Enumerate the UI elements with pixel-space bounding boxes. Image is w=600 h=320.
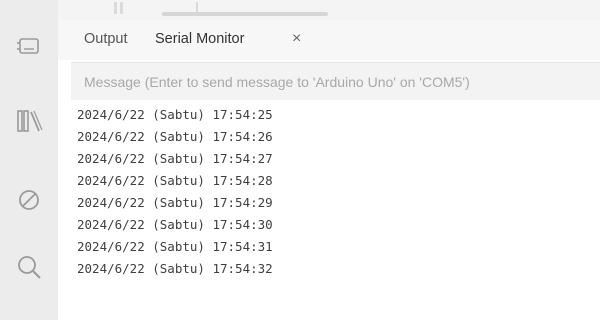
log-line: 2024/6/22 (Sabtu) 17:54:25 [77, 107, 273, 122]
horizontal-scrollbar[interactable] [162, 12, 328, 16]
log-line: 2024/6/22 (Sabtu) 17:54:30 [77, 217, 273, 232]
log-line: 2024/6/22 (Sabtu) 17:54:27 [77, 151, 273, 166]
top-strip-mark [120, 2, 123, 14]
panel-tabs: Output Serial Monitor × [58, 20, 600, 60]
serial-output-log[interactable]: 2024/6/22 (Sabtu) 17:54:25 2024/6/22 (Sa… [71, 100, 600, 320]
library-icon[interactable] [15, 107, 43, 135]
serial-monitor-window: Output Serial Monitor × 2024/6/22 (Sabtu… [0, 0, 600, 320]
board-icon[interactable] [15, 32, 43, 60]
log-line: 2024/6/22 (Sabtu) 17:54:29 [77, 195, 273, 210]
top-strip-mark [114, 2, 117, 14]
tab-output[interactable]: Output [84, 31, 128, 47]
close-icon[interactable]: × [292, 30, 301, 48]
panel-top-strip [58, 0, 600, 20]
debug-icon[interactable] [15, 186, 43, 214]
log-line: 2024/6/22 (Sabtu) 17:54:28 [77, 173, 273, 188]
message-bar [71, 62, 600, 101]
log-line: 2024/6/22 (Sabtu) 17:54:31 [77, 239, 273, 254]
log-line: 2024/6/22 (Sabtu) 17:54:26 [77, 129, 273, 144]
message-input[interactable] [71, 63, 600, 100]
search-icon[interactable] [15, 253, 43, 281]
tab-serial-monitor[interactable]: Serial Monitor [155, 31, 244, 47]
log-line: 2024/6/22 (Sabtu) 17:54:32 [77, 261, 273, 276]
activity-bar [0, 0, 58, 320]
